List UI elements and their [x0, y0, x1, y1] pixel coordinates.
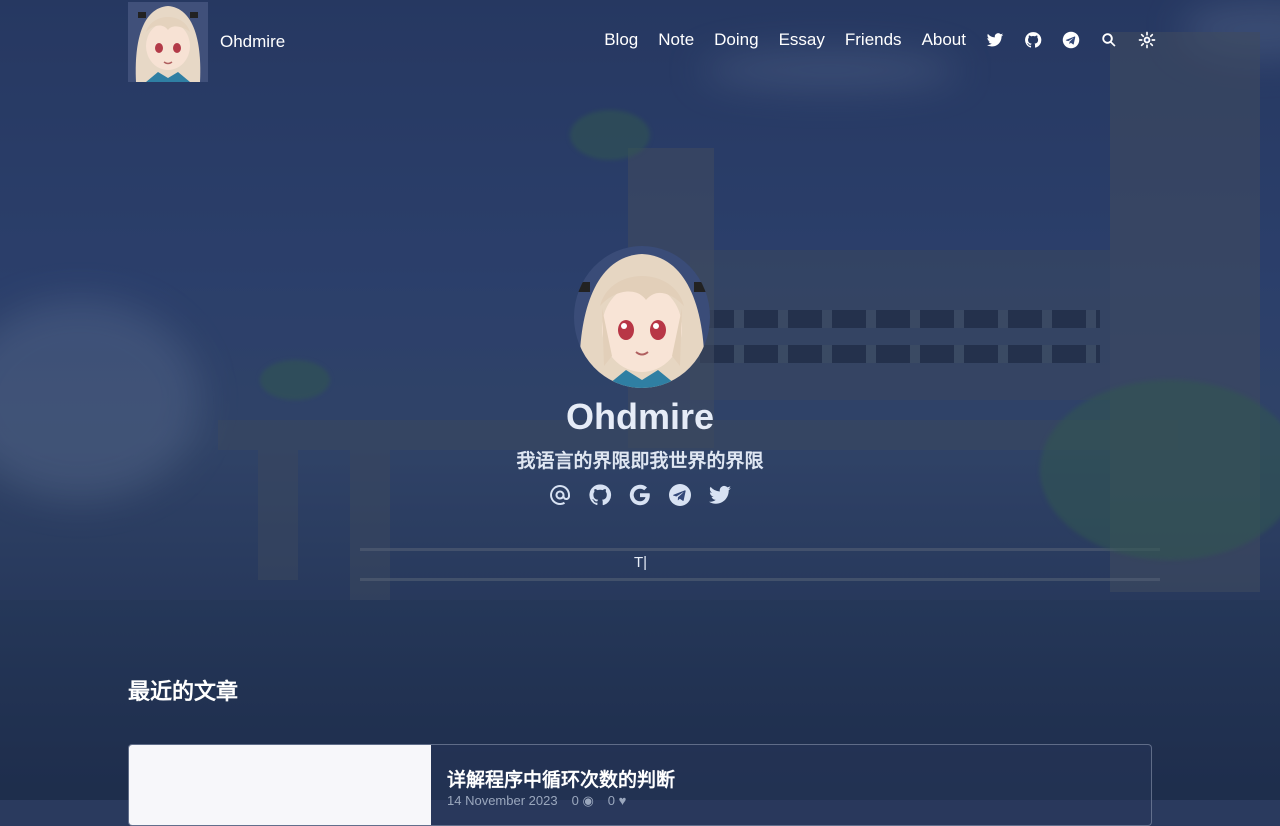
- twitter-icon[interactable]: [986, 31, 1004, 49]
- twitter-icon[interactable]: [708, 483, 732, 507]
- theme-toggle-icon[interactable]: [1138, 31, 1156, 49]
- email-icon[interactable]: [548, 483, 572, 507]
- main-nav: Blog Note Doing Essay Friends About: [604, 30, 1156, 50]
- hero-motto: 我语言的界限即我世界的界限: [516, 451, 764, 472]
- nav-note[interactable]: Note: [658, 30, 694, 50]
- post-likes: 0 ♥: [607, 793, 627, 808]
- search-icon[interactable]: [1100, 31, 1118, 49]
- social-links: [548, 483, 732, 507]
- site-avatar[interactable]: [128, 2, 208, 82]
- post-thumbnail[interactable]: [129, 745, 431, 825]
- github-icon[interactable]: [588, 483, 612, 507]
- nav-doing[interactable]: Doing: [714, 30, 758, 50]
- hero-name: Ohdmire: [565, 396, 715, 437]
- post-meta: 14 November 2023 0 ◉ 0 ♥: [447, 793, 626, 809]
- post-date: 14 November 2023: [447, 793, 558, 808]
- post-views: 0 ◉: [571, 793, 594, 808]
- post-card[interactable]: 详解程序中循环次数的判断 14 November 2023 0 ◉ 0 ♥: [128, 744, 1152, 826]
- telegram-icon[interactable]: [668, 483, 692, 507]
- recent-posts-heading: 最近的文章: [128, 679, 239, 704]
- nav-friends[interactable]: Friends: [845, 30, 902, 50]
- eye-icon: ◉: [582, 793, 594, 808]
- hero-avatar: [574, 246, 710, 388]
- nav-about[interactable]: About: [922, 30, 966, 50]
- nav-essay[interactable]: Essay: [779, 30, 825, 50]
- telegram-icon[interactable]: [1062, 31, 1080, 49]
- heart-icon: ♥: [618, 793, 627, 808]
- post-title[interactable]: 详解程序中循环次数的判断: [447, 765, 675, 792]
- typing-cursor: T|: [634, 554, 648, 571]
- site-title[interactable]: Ohdmire: [220, 32, 285, 52]
- google-icon[interactable]: [628, 483, 652, 507]
- github-icon[interactable]: [1024, 31, 1042, 49]
- top-navigation-bar: Ohdmire Blog Note Doing Essay Friends Ab…: [0, 0, 1280, 84]
- nav-blog[interactable]: Blog: [604, 30, 638, 50]
